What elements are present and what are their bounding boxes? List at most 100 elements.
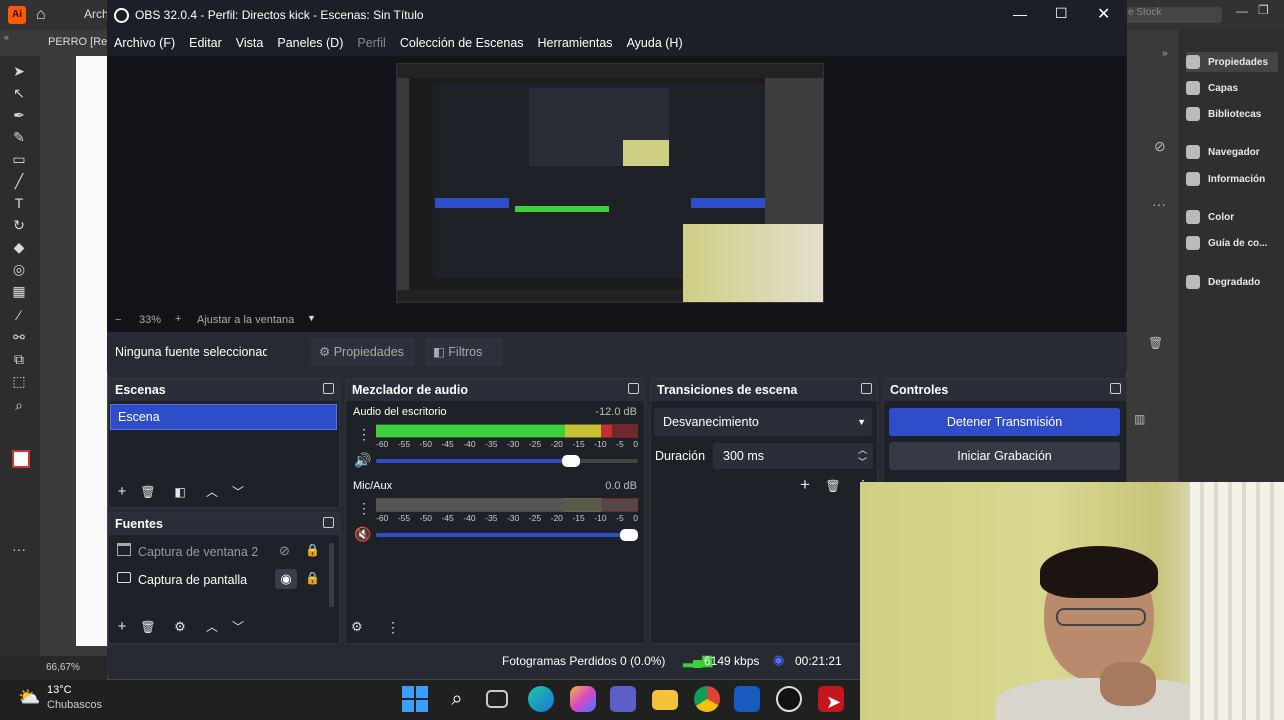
scene-filters-icon[interactable]: ◧ xyxy=(172,484,188,500)
rectangle-tool-icon[interactable]: ▭ xyxy=(10,152,28,166)
lock-icon[interactable]: 🔒 xyxy=(305,543,320,557)
document-tab[interactable]: PERRO [Rec xyxy=(48,36,113,48)
edge-icon[interactable] xyxy=(528,686,554,712)
mixer-menu-icon[interactable]: ⋮ xyxy=(386,619,400,636)
remove-transition-icon[interactable]: 🗑 xyxy=(825,478,841,494)
teams-icon[interactable] xyxy=(610,686,636,712)
stock-search-input[interactable]: e Stock xyxy=(1126,7,1222,23)
blend-tool-icon[interactable]: ⚯ xyxy=(10,330,28,344)
curvature-tool-icon[interactable]: ✎ xyxy=(10,130,28,144)
dock-float-icon[interactable] xyxy=(861,383,872,394)
volume-slider-track[interactable] xyxy=(376,455,638,467)
add-source-icon[interactable]: + xyxy=(114,619,130,635)
panel-color[interactable]: Color xyxy=(1186,207,1234,227)
word-icon[interactable] xyxy=(734,686,760,712)
stop-stream-button[interactable]: Detener Transmisión xyxy=(889,408,1120,436)
zoom-level[interactable]: 66,67% xyxy=(46,662,80,673)
artboard-tool-icon[interactable]: ⬚ xyxy=(10,374,28,388)
mic-volume-slider-track[interactable] xyxy=(376,529,638,541)
visible-eye-icon[interactable]: ◉ xyxy=(275,569,297,589)
home-icon[interactable]: ⌂ xyxy=(36,6,46,24)
sources-scrollbar[interactable] xyxy=(329,543,334,607)
task-view-icon[interactable] xyxy=(486,690,508,708)
bar-chart-icon[interactable]: ▥ xyxy=(1134,412,1145,426)
windows-start-icon[interactable] xyxy=(402,686,428,712)
panel-informacion[interactable]: Información xyxy=(1186,169,1265,189)
obs-icon[interactable] xyxy=(776,686,802,712)
eyedropper-tool-icon[interactable]: ⁄ xyxy=(10,308,28,322)
obs-close-icon[interactable]: ✕ xyxy=(1097,4,1110,24)
search-icon[interactable]: ⌕ xyxy=(444,686,470,712)
advanced-audio-icon[interactable]: ⚙ xyxy=(351,619,363,635)
menu-herramientas[interactable]: Herramientas xyxy=(538,36,613,50)
volume-slider-handle[interactable] xyxy=(562,455,580,467)
dock-float-icon[interactable] xyxy=(1110,383,1121,394)
menu-perfil[interactable]: Perfil xyxy=(357,36,385,50)
panel-bibliotecas[interactable]: Bibliotecas xyxy=(1186,104,1261,124)
minimize-illustrator-icon[interactable]: — xyxy=(1236,4,1248,18)
add-scene-icon[interactable]: + xyxy=(114,484,130,500)
preview-canvas[interactable] xyxy=(396,63,824,303)
zoom-tool-icon[interactable]: ⌕ xyxy=(10,398,28,412)
duration-input[interactable]: 300 ms ︿ ﹀ xyxy=(713,443,873,469)
panel-collapse-icon[interactable]: » xyxy=(1162,48,1168,59)
add-transition-icon[interactable]: + xyxy=(797,476,813,493)
collapse-icon[interactable]: « xyxy=(4,32,9,42)
dock-float-icon[interactable] xyxy=(323,517,334,528)
obs-minimize-icon[interactable]: — xyxy=(1013,6,1027,22)
fit-window-label[interactable]: Ajustar a la ventana xyxy=(197,314,294,326)
restore-illustrator-icon[interactable]: ❐ xyxy=(1258,3,1269,17)
lock-icon[interactable]: 🔒 xyxy=(305,571,320,585)
copilot-icon[interactable] xyxy=(570,686,596,712)
eraser-tool-icon[interactable]: ◆ xyxy=(10,240,28,254)
more-icon[interactable]: ··· xyxy=(1152,196,1166,212)
type-tool-icon[interactable]: T xyxy=(10,196,28,210)
menu-editar[interactable]: Editar xyxy=(189,36,222,50)
transition-select[interactable]: Desvanecimiento ▼ xyxy=(654,408,872,436)
rotate-tool-icon[interactable]: ↻ xyxy=(10,218,28,232)
panel-navegador[interactable]: Navegador xyxy=(1186,142,1260,162)
filters-button[interactable]: ◧ Filtros xyxy=(425,338,503,366)
hide-icon[interactable]: ⊘ xyxy=(1154,138,1166,155)
hidden-eye-icon[interactable]: ⊘ xyxy=(279,543,290,559)
panel-guia-color[interactable]: Guía de co... xyxy=(1186,233,1267,253)
weather-temp[interactable]: 13°C xyxy=(47,684,72,696)
zoom-out-button[interactable]: − xyxy=(115,314,121,326)
fill-stroke-swatch[interactable] xyxy=(12,450,30,468)
menu-ayuda[interactable]: Ayuda (H) xyxy=(627,36,683,50)
weather-desc[interactable]: Chubascos xyxy=(47,699,102,711)
remove-source-icon[interactable]: 🗑 xyxy=(140,619,156,635)
scene-item-escena[interactable]: Escena xyxy=(110,404,337,430)
properties-button[interactable]: ⚙ Propiedades xyxy=(311,338,415,366)
menu-coleccion-escenas[interactable]: Colección de Escenas xyxy=(400,36,524,50)
menu-archivo[interactable]: Archivo (F) xyxy=(114,36,175,50)
mic-volume-slider-handle[interactable] xyxy=(620,529,638,541)
gradient-tool-icon[interactable]: ▦ xyxy=(10,284,28,298)
symbol-tool-icon[interactable]: ⧉ xyxy=(10,352,28,366)
pen-tool-icon[interactable]: ✒ xyxy=(10,108,28,122)
file-explorer-icon[interactable] xyxy=(652,690,678,710)
remove-scene-icon[interactable]: 🗑 xyxy=(140,484,156,500)
trash-icon[interactable]: 🗑 xyxy=(1148,336,1163,350)
move-down-icon[interactable]: ﹀ xyxy=(230,484,246,500)
panel-capas[interactable]: Capas xyxy=(1186,78,1238,98)
source-down-icon[interactable]: ﹀ xyxy=(230,619,246,635)
zoom-in-button[interactable]: + xyxy=(175,313,181,325)
scale-tool-icon[interactable]: ◎ xyxy=(10,262,28,276)
direct-selection-tool-icon[interactable]: ↖ xyxy=(10,86,28,100)
channel-menu-icon[interactable]: ⋮ xyxy=(357,500,371,517)
source-up-icon[interactable]: ︿ xyxy=(204,619,220,635)
menu-vista[interactable]: Vista xyxy=(236,36,264,50)
panel-propiedades[interactable]: Propiedades xyxy=(1186,52,1278,72)
muted-speaker-icon[interactable]: 🔇 xyxy=(354,526,371,543)
start-recording-button[interactable]: Iniciar Grabación xyxy=(889,442,1120,470)
source-item[interactable]: Captura de ventana 2 ⊘ 🔒 xyxy=(109,539,327,565)
move-up-icon[interactable]: ︿ xyxy=(204,484,220,500)
menu-paneles[interactable]: Paneles (D) xyxy=(277,36,343,50)
chrome-icon[interactable] xyxy=(694,686,720,712)
dock-float-icon[interactable] xyxy=(323,383,334,394)
dock-float-icon[interactable] xyxy=(628,383,639,394)
source-item[interactable]: Captura de pantalla ◉ 🔒 xyxy=(109,567,327,593)
zoom-dropdown-icon[interactable]: ▼ xyxy=(307,313,316,323)
speaker-icon[interactable]: 🔊 xyxy=(354,452,371,469)
